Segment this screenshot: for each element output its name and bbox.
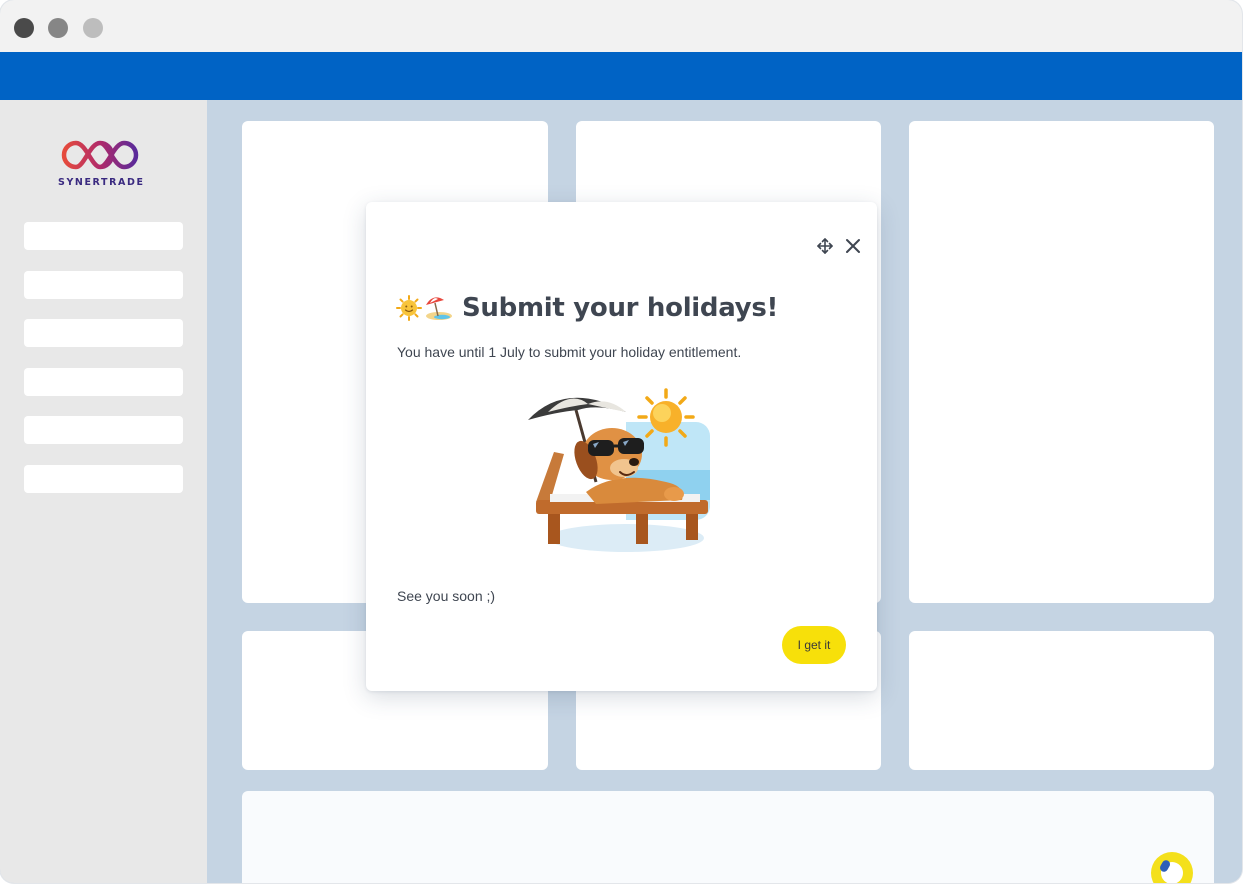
dog-sunbathing-illustration	[528, 388, 710, 552]
synertrade-logo[interactable]: SYNERTRADE	[58, 137, 144, 188]
move-icon[interactable]	[816, 237, 834, 255]
top-navigation-bar	[0, 52, 1242, 100]
modal-title-text: Submit your holidays!	[462, 293, 779, 323]
window-minimize-control[interactable]	[48, 18, 68, 38]
window-titlebar	[0, 0, 1242, 53]
modal-body-text: You have until 1 July to submit your hol…	[397, 344, 742, 360]
sidebar-item[interactable]	[24, 271, 183, 299]
sidebar-item[interactable]	[24, 222, 183, 250]
app-window: SYNERTRADE Submit your holidays! You hav…	[0, 0, 1242, 883]
dashboard-card-wide	[242, 791, 1214, 883]
sidebar-item[interactable]	[24, 368, 183, 396]
modal-footer-text: See you soon ;)	[397, 588, 496, 604]
synertrade-logo-icon	[61, 140, 139, 170]
i-get-it-button[interactable]: I get it	[782, 626, 846, 664]
sidebar-item[interactable]	[24, 416, 183, 444]
modal-title: Submit your holidays!	[396, 288, 778, 328]
sidebar-item[interactable]	[24, 319, 183, 347]
holiday-announcement-modal: Submit your holidays! You have until 1 J…	[366, 202, 877, 691]
sun-emoji-icon	[396, 295, 422, 321]
dashboard-card	[909, 121, 1214, 603]
close-icon[interactable]	[844, 237, 862, 255]
window-close-control[interactable]	[14, 18, 34, 38]
dashboard-card	[909, 631, 1214, 770]
logo-wordmark: SYNERTRADE	[58, 177, 145, 188]
window-maximize-control[interactable]	[83, 18, 103, 38]
beach-umbrella-emoji-icon	[426, 297, 452, 320]
sidebar-item[interactable]	[24, 465, 183, 493]
